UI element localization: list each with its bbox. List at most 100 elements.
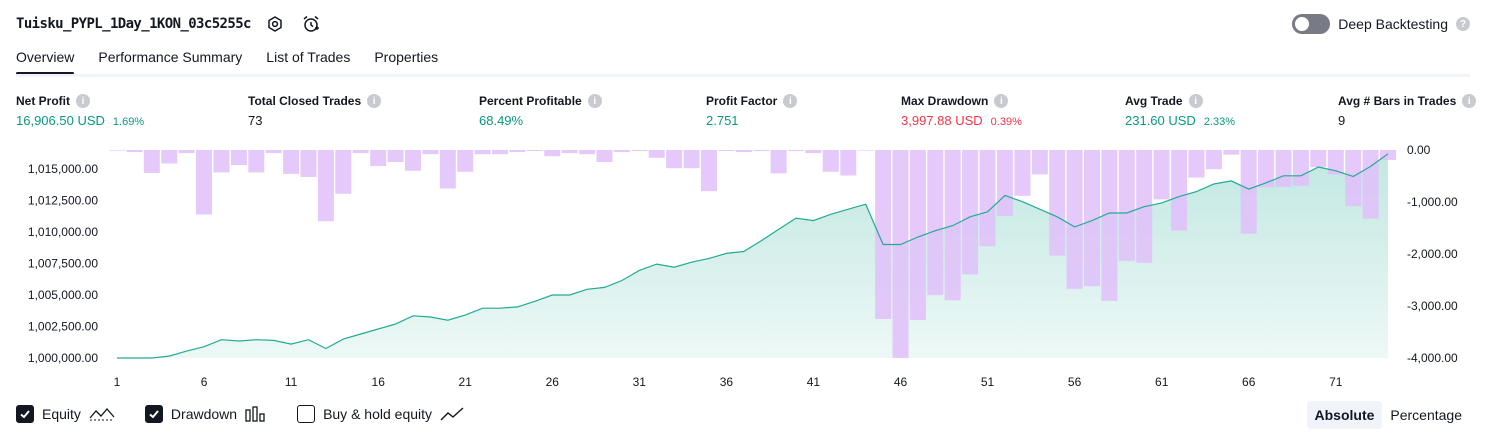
alarm-clock-icon[interactable] — [299, 12, 323, 36]
equity-area — [117, 153, 1388, 358]
drawdown-bar — [544, 150, 561, 157]
y-left-tick-label: 1,012,500.00 — [28, 193, 98, 207]
deep-backtesting-label: Deep Backtesting — [1338, 16, 1448, 32]
drawdown-bar — [1153, 150, 1170, 200]
absolute-button[interactable]: Absolute — [1306, 401, 1383, 429]
tab-list-of-trades[interactable]: List of Trades — [266, 46, 350, 76]
toggle-knob — [1295, 17, 1310, 31]
info-icon[interactable]: i — [76, 94, 90, 108]
drawdown-bar — [770, 150, 787, 174]
drawdown-bar — [857, 150, 874, 151]
info-icon[interactable]: i — [587, 94, 602, 108]
drawdown-bar — [561, 150, 578, 154]
drawdown-bar — [526, 150, 543, 151]
drawdown-bar — [648, 150, 665, 158]
drawdown-bar — [631, 150, 648, 151]
metric-total-closed-trades: Total Closed Trades i 73 — [248, 93, 382, 128]
drawdown-bar — [579, 150, 596, 155]
y-right-tick-label: -4,000.00 — [1407, 351, 1458, 365]
drawdown-bar — [822, 150, 839, 172]
drawdown-bar — [161, 150, 178, 164]
drawdown-bar — [1292, 150, 1309, 186]
equity-drawdown-chart[interactable]: 1,000,000.00 1,002,500.00 1,005,000.00 1,00… — [0, 140, 1486, 390]
drawdown-bar — [109, 150, 125, 151]
metric-value: 73 — [248, 113, 263, 128]
info-icon[interactable]: i — [994, 94, 1009, 108]
tab-bar: Overview Performance Summary List of Tra… — [16, 46, 438, 76]
drawdown-bar — [457, 150, 474, 172]
x-tick-label: 66 — [1242, 375, 1256, 389]
drawdown-bar — [213, 150, 230, 173]
drawdown-bar — [683, 150, 700, 169]
tab-performance-summary[interactable]: Performance Summary — [98, 46, 242, 76]
percentage-button[interactable]: Percentage — [1382, 401, 1470, 429]
metric-label: Avg Trade — [1125, 94, 1183, 108]
y-right-tick-label: -2,000.00 — [1407, 247, 1458, 261]
trend-line-icon — [440, 407, 464, 421]
metric-avg-bars-in-trades: Avg # Bars in Trades i 9 — [1338, 93, 1477, 128]
view-mode-switch: Absolute Percentage — [1306, 401, 1471, 429]
metric-label: Max Drawdown — [901, 94, 989, 108]
legend-drawdown[interactable]: Drawdown — [144, 405, 267, 423]
drawdown-bar — [718, 150, 735, 151]
x-tick-label: 36 — [720, 375, 734, 389]
drawdown-bar — [1275, 150, 1292, 187]
drawdown-bar — [248, 150, 265, 173]
drawdown-bar — [352, 150, 369, 154]
drawdown-bar — [1066, 150, 1083, 289]
info-icon[interactable]: i — [1462, 94, 1477, 108]
metric-percent: 0.39% — [990, 116, 1022, 128]
drawdown-bar — [840, 150, 857, 176]
x-tick-label: 1 — [114, 375, 121, 389]
drawdown-bar — [753, 150, 770, 151]
legend-equity[interactable]: Equity — [16, 405, 115, 423]
equity-checkbox[interactable] — [16, 405, 34, 423]
tab-properties[interactable]: Properties — [374, 46, 438, 76]
drawdown-bar — [666, 150, 683, 169]
x-tick-label: 11 — [285, 375, 298, 389]
chart-legend: Equity Drawdown Buy & hold equity — [16, 404, 494, 424]
info-icon[interactable]: i — [1188, 94, 1203, 108]
x-tick-label: 51 — [981, 375, 995, 389]
drawdown-bar — [1118, 150, 1135, 261]
drawdown-bar — [178, 150, 195, 154]
y-left-tick-label: 1,002,500.00 — [28, 320, 98, 334]
metric-label: Total Closed Trades — [248, 94, 362, 108]
metric-profit-factor: Profit Factor i 2.751 — [706, 93, 798, 128]
drawdown-bar — [317, 150, 334, 222]
drawdown-bar — [875, 150, 892, 319]
x-tick-label: 56 — [1068, 375, 1082, 389]
drawdown-bar — [927, 150, 944, 296]
y-right-tick-label: -1,000.00 — [1407, 195, 1458, 209]
strategy-title: Tuisku_PYPL_1Day_1KON_03c5255c — [16, 16, 251, 32]
metric-percent: 1.69% — [112, 116, 145, 128]
info-icon[interactable]: i — [783, 94, 798, 108]
metric-label: Profit Factor — [706, 94, 778, 108]
help-icon[interactable]: ? — [1456, 17, 1470, 31]
metric-label: Avg # Bars in Trades — [1338, 94, 1457, 108]
tab-overview[interactable]: Overview — [16, 46, 75, 76]
y-left-tick-label: 1,000,000.00 — [28, 351, 98, 365]
deep-backtesting-toggle[interactable] — [1292, 14, 1331, 34]
drawdown-bar — [805, 150, 822, 154]
drawdown-checkbox[interactable] — [144, 405, 163, 423]
drawdown-bar — [892, 150, 909, 358]
legend-buyhold-label: Buy & hold equity — [323, 406, 433, 422]
drawdown-bar — [230, 150, 247, 166]
legend-buy-hold[interactable]: Buy & hold equity — [297, 405, 464, 423]
x-tick-label: 31 — [633, 375, 647, 389]
buyhold-checkbox[interactable] — [297, 405, 316, 423]
metric-percent-profitable: Percent Profitable i 68.49% — [479, 93, 602, 128]
tab-divider — [16, 74, 1470, 77]
settings-icon[interactable] — [263, 12, 287, 36]
drawdown-bar — [1223, 150, 1240, 155]
drawdown-bar — [335, 150, 352, 194]
info-icon[interactable]: i — [367, 94, 382, 108]
drawdown-bar — [143, 150, 160, 173]
drawdown-bar — [1014, 150, 1031, 196]
drawdown-bar — [996, 150, 1013, 216]
x-tick-label: 46 — [894, 375, 908, 389]
drawdown-bar — [1258, 150, 1275, 188]
drawdown-bar — [1240, 150, 1257, 234]
metric-max-drawdown: Max Drawdown i 3,997.88 USD 0.39% — [901, 93, 1022, 128]
